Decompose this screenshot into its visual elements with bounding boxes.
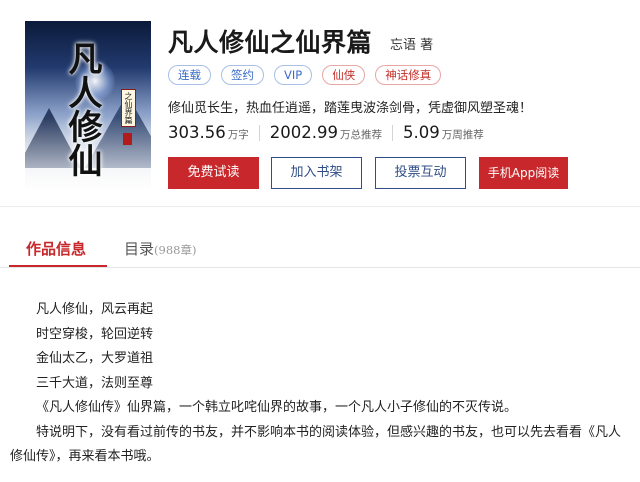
app-read-button[interactable]: 手机App阅读 xyxy=(479,157,568,189)
cover-subtitle: 之仙界篇 xyxy=(121,89,136,127)
section-divider xyxy=(0,206,640,207)
tag-list: 连载 签约 VIP 仙侠 神话修真 xyxy=(168,65,442,85)
divider xyxy=(391,124,393,141)
description-line: 时空穿梭，轮回逆转 xyxy=(36,326,154,342)
word-count-unit: 万字 xyxy=(227,129,249,141)
weekly-recommend: 5.09 xyxy=(402,123,440,142)
book-cover[interactable]: 凡人修仙 之仙界篇 xyxy=(25,21,151,188)
tag-category[interactable]: 仙侠 xyxy=(322,65,366,85)
tab-table-of-contents[interactable]: 目录(988章) xyxy=(124,238,196,259)
author[interactable]: 忘语 著 xyxy=(390,34,433,53)
cover-title: 凡人修仙 xyxy=(62,41,102,177)
book-stats: 303.56 万字 2002.99 万总推荐 5.09 万周推荐 xyxy=(168,123,484,142)
tab-divider xyxy=(0,267,640,268)
tag-status[interactable]: 连载 xyxy=(168,65,211,85)
tab-book-info[interactable]: 作品信息 xyxy=(26,238,86,259)
tab-bar: 作品信息 目录(988章) xyxy=(0,228,640,268)
chapter-count: (988章) xyxy=(154,243,197,257)
description-line: 《凡人修仙传》仙界篇，一个韩立叱咤仙界的故事，一个凡人小子修仙的不灭传说。 xyxy=(36,400,518,415)
weekly-recommend-unit: 万周推荐 xyxy=(441,129,484,141)
add-to-shelf-button[interactable]: 加入书架 xyxy=(271,157,362,189)
description-line: 金仙太乙，大罗道祖 xyxy=(36,351,154,366)
total-recommend: 2002.99 xyxy=(269,123,338,142)
cover-seal xyxy=(123,133,132,145)
vote-button[interactable]: 投票互动 xyxy=(375,157,466,189)
tag-signed[interactable]: 签约 xyxy=(221,65,264,85)
description-line: 凡人修仙，风云再起 xyxy=(36,302,154,317)
tab-toc-label: 目录 xyxy=(124,240,155,258)
book-intro: 修仙觅长生，热血任逍遥，踏莲曳波涤剑骨，凭虚御风塑圣魂！ xyxy=(168,101,533,116)
tag-vip[interactable]: VIP xyxy=(274,65,313,85)
divider xyxy=(258,124,260,141)
tag-subcategory[interactable]: 神话修真 xyxy=(375,65,442,85)
free-read-button[interactable]: 免费试读 xyxy=(168,157,259,189)
book-title: 凡人修仙之仙界篇 xyxy=(168,28,373,57)
description-line: 三千大道，法则至尊 xyxy=(36,375,154,391)
total-recommend-unit: 万总推荐 xyxy=(339,129,382,141)
word-count: 303.56 xyxy=(168,123,226,142)
description-line: 特说明下，没有看过前传的书友，并不影响本书的阅读体验，但感兴趣的书友，也可以先去… xyxy=(10,424,622,465)
book-description: 凡人修仙，风云再起 时空穿梭，轮回逆转 金仙太乙，大罗道祖 三千大道，法则至尊 … xyxy=(10,298,630,470)
